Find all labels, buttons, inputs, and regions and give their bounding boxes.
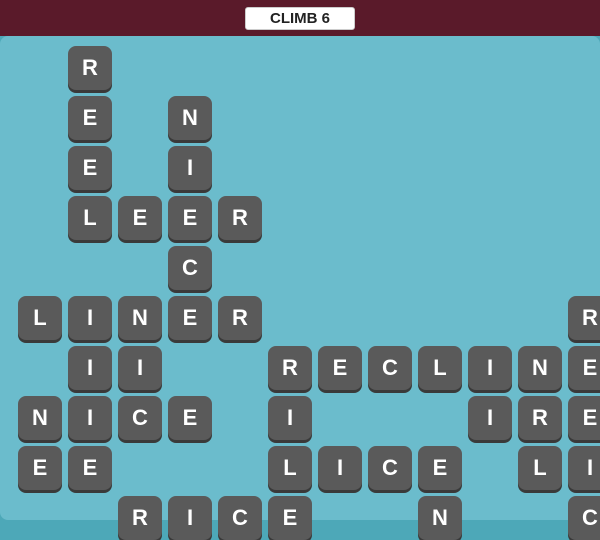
tile-i[interactable]: I: [318, 446, 362, 490]
tile-i[interactable]: I: [268, 396, 312, 440]
tile-c[interactable]: C: [218, 496, 262, 540]
tile-r[interactable]: R: [268, 346, 312, 390]
tile-l[interactable]: L: [518, 446, 562, 490]
tile-n[interactable]: N: [518, 346, 562, 390]
tile-e[interactable]: E: [68, 146, 112, 190]
tile-i[interactable]: I: [68, 346, 112, 390]
tile-e[interactable]: E: [568, 396, 600, 440]
app-container: CLIMB 6 REENILEERCLINERRIIRECLINENICEIIR…: [0, 0, 600, 520]
game-board: REENILEERCLINERRIIRECLINENICEIIREEELICEL…: [0, 36, 600, 520]
tile-e[interactable]: E: [168, 196, 212, 240]
tile-l[interactable]: L: [418, 346, 462, 390]
tile-r[interactable]: R: [218, 296, 262, 340]
tile-n[interactable]: N: [168, 96, 212, 140]
tile-e[interactable]: E: [118, 196, 162, 240]
tile-l[interactable]: L: [18, 296, 62, 340]
tile-n[interactable]: N: [18, 396, 62, 440]
tile-c[interactable]: C: [118, 396, 162, 440]
header-bar: CLIMB 6: [0, 0, 600, 36]
tile-c[interactable]: C: [168, 246, 212, 290]
tile-i[interactable]: I: [168, 146, 212, 190]
tile-i[interactable]: I: [68, 296, 112, 340]
tile-l[interactable]: L: [68, 196, 112, 240]
tile-i[interactable]: I: [168, 496, 212, 540]
tile-n[interactable]: N: [418, 496, 462, 540]
tile-e[interactable]: E: [68, 446, 112, 490]
tile-r[interactable]: R: [218, 196, 262, 240]
tile-e[interactable]: E: [168, 296, 212, 340]
tile-c[interactable]: C: [368, 446, 412, 490]
tile-l[interactable]: L: [268, 446, 312, 490]
tile-r[interactable]: R: [568, 296, 600, 340]
tile-i[interactable]: I: [468, 346, 512, 390]
tile-e[interactable]: E: [18, 446, 62, 490]
tile-e[interactable]: E: [418, 446, 462, 490]
tile-i[interactable]: I: [118, 346, 162, 390]
tile-i[interactable]: I: [568, 446, 600, 490]
tile-e[interactable]: E: [168, 396, 212, 440]
tile-c[interactable]: C: [368, 346, 412, 390]
tile-r[interactable]: R: [118, 496, 162, 540]
tile-e[interactable]: E: [318, 346, 362, 390]
tile-e[interactable]: E: [568, 346, 600, 390]
tile-e[interactable]: E: [68, 96, 112, 140]
tile-i[interactable]: I: [68, 396, 112, 440]
game-title: CLIMB 6: [245, 7, 355, 30]
tile-n[interactable]: N: [118, 296, 162, 340]
tile-i[interactable]: I: [468, 396, 512, 440]
tile-e[interactable]: E: [268, 496, 312, 540]
tile-c[interactable]: C: [568, 496, 600, 540]
tile-r[interactable]: R: [68, 46, 112, 90]
tile-r[interactable]: R: [518, 396, 562, 440]
